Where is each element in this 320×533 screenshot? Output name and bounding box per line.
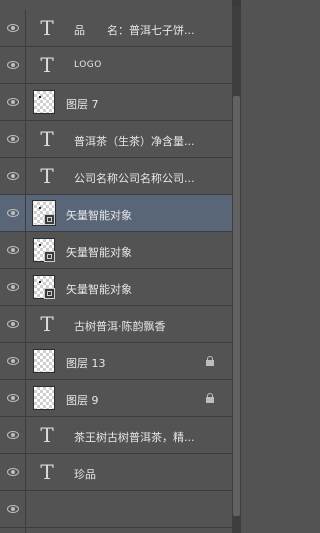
- layer-row[interactable]: 矢量智能对象: [0, 269, 232, 306]
- visibility-toggle[interactable]: [0, 10, 26, 46]
- layer-name[interactable]: 珍品: [74, 466, 222, 482]
- visibility-toggle[interactable]: [0, 158, 26, 194]
- visibility-toggle[interactable]: [0, 454, 26, 490]
- layers-panel: T 品 名：普洱七子饼... T LOGO 图层 7 T 普洱茶（生茶）净含量.…: [0, 0, 232, 533]
- layer-thumbnail: [33, 349, 55, 373]
- visibility-toggle[interactable]: [0, 269, 26, 305]
- visibility-toggle[interactable]: [0, 306, 26, 342]
- layer-row[interactable]: T LOGO: [0, 47, 232, 84]
- layer-row[interactable]: T 公司名称公司名称公司...: [0, 158, 232, 195]
- scrollbar-thumb[interactable]: [233, 96, 240, 516]
- smart-object-icon: [44, 214, 55, 225]
- layer-name[interactable]: 矢量智能对象: [66, 244, 206, 260]
- eye-icon: [6, 172, 19, 180]
- layer-row[interactable]: T 古树普洱·陈韵飘香: [0, 306, 232, 343]
- layer-thumbnail: [33, 90, 55, 114]
- layer-name[interactable]: 古树普洱·陈韵飘香: [74, 318, 222, 334]
- eye-icon: [6, 394, 19, 402]
- text-layer-icon: T: [40, 312, 54, 336]
- text-layer-icon: T: [40, 127, 54, 151]
- eye-icon: [6, 61, 19, 69]
- layer-name[interactable]: 茶王树古树普洱茶，精...: [74, 429, 222, 445]
- layer-name[interactable]: 公司名称公司名称公司...: [74, 170, 222, 186]
- layer-row-selected[interactable]: 矢量智能对象: [0, 195, 232, 232]
- eye-icon: [6, 209, 19, 217]
- visibility-toggle[interactable]: [0, 417, 26, 453]
- visibility-toggle[interactable]: [0, 232, 26, 268]
- layer-row[interactable]: T 品 名：普洱七子饼...: [0, 10, 232, 47]
- layer-row-partial: [0, 528, 232, 533]
- smart-object-icon: [44, 288, 55, 299]
- layer-name[interactable]: 图层 7: [66, 96, 206, 112]
- visibility-toggle[interactable]: [0, 380, 26, 416]
- eye-icon: [6, 505, 19, 513]
- layer-row[interactable]: [0, 491, 232, 528]
- text-layer-icon: T: [40, 423, 54, 447]
- layer-row[interactable]: 图层 9: [0, 380, 232, 417]
- layer-row[interactable]: 图层 13: [0, 343, 232, 380]
- layer-row[interactable]: T 茶王树古树普洱茶，精...: [0, 417, 232, 454]
- layer-thumbnail: [33, 386, 55, 410]
- scrollbar-arrow-up[interactable]: [232, 0, 241, 6]
- lock-icon[interactable]: [206, 393, 214, 403]
- eye-icon: [6, 135, 19, 143]
- layer-name[interactable]: 图层 13: [66, 355, 206, 371]
- text-layer-icon: T: [40, 53, 54, 77]
- layer-row[interactable]: T 珍品: [0, 454, 232, 491]
- visibility-toggle[interactable]: [0, 84, 26, 120]
- visibility-toggle[interactable]: [0, 491, 26, 527]
- eye-icon: [6, 320, 19, 328]
- layer-name[interactable]: 普洱茶（生茶）净含量...: [74, 133, 222, 149]
- visibility-toggle[interactable]: [0, 121, 26, 157]
- text-layer-icon: T: [40, 460, 54, 484]
- layer-row[interactable]: T 普洱茶（生茶）净含量...: [0, 121, 232, 158]
- layer-name[interactable]: 图层 9: [66, 392, 206, 408]
- layer-row[interactable]: 矢量智能对象: [0, 232, 232, 269]
- visibility-toggle: [0, 528, 26, 533]
- eye-icon: [6, 246, 19, 254]
- eye-icon: [6, 283, 19, 291]
- visibility-toggle[interactable]: [0, 195, 26, 231]
- visibility-toggle[interactable]: [0, 47, 26, 83]
- smart-object-icon: [44, 251, 55, 262]
- visibility-toggle[interactable]: [0, 343, 26, 379]
- layer-row[interactable]: 图层 7: [0, 84, 232, 121]
- layer-name[interactable]: 品 名：普洱七子饼...: [74, 22, 222, 38]
- layer-name[interactable]: 矢量智能对象: [66, 281, 206, 297]
- eye-icon: [6, 24, 19, 32]
- text-layer-icon: T: [40, 164, 54, 188]
- eye-icon: [6, 98, 19, 106]
- eye-icon: [6, 357, 19, 365]
- layer-name[interactable]: LOGO: [74, 60, 222, 70]
- eye-icon: [6, 468, 19, 476]
- layer-name[interactable]: 矢量智能对象: [66, 207, 206, 223]
- eye-icon: [6, 431, 19, 439]
- text-layer-icon: T: [40, 16, 54, 40]
- lock-icon[interactable]: [206, 356, 214, 366]
